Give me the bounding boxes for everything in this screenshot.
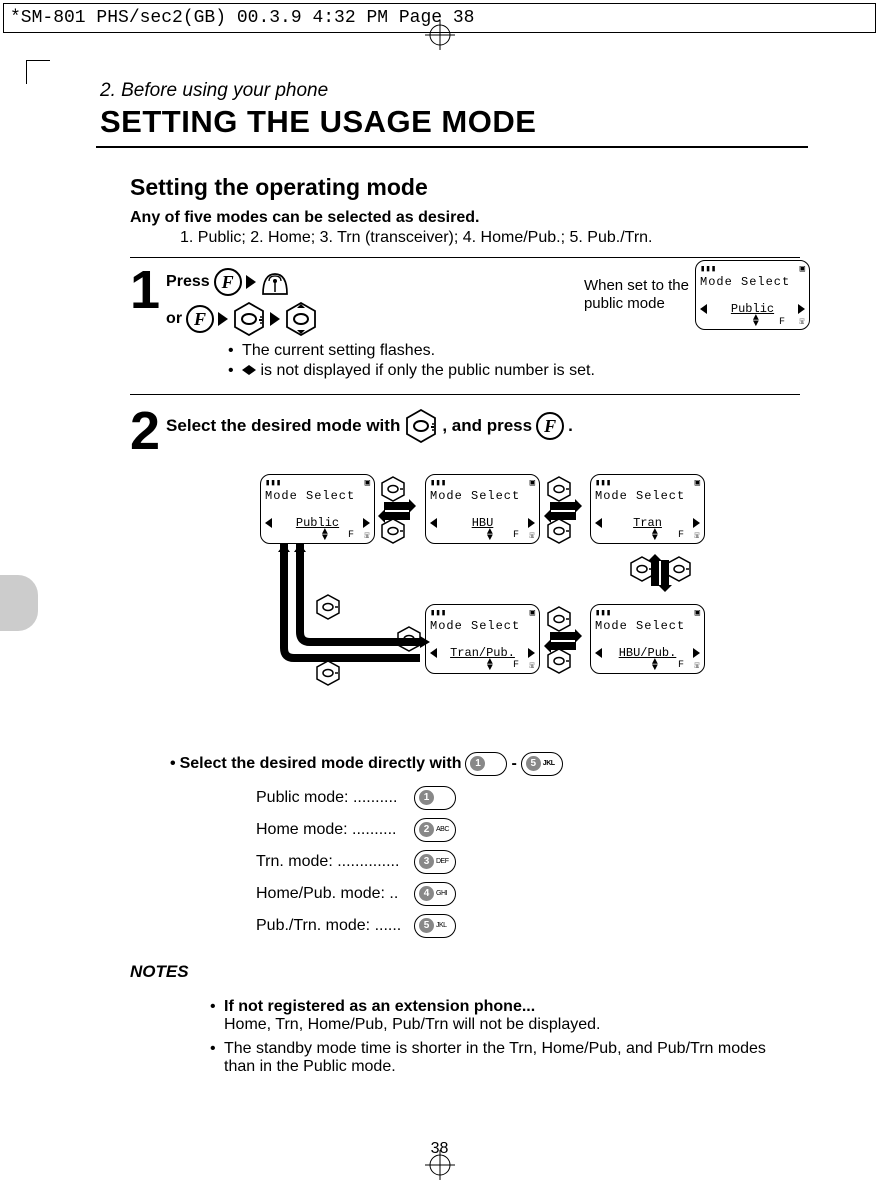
lcd-title: Mode Select: [430, 619, 535, 633]
or-label: or: [166, 310, 182, 328]
crop-mark-top: [425, 20, 455, 55]
direct-item: Home/Pub. mode: ..4GHI: [256, 882, 800, 906]
arrow-vert-bidir-icon: [645, 558, 675, 588]
right-arrow-icon: [249, 365, 256, 375]
nav-key-icon: [404, 409, 438, 443]
lcd-f: F: [779, 317, 785, 328]
direct-label: Public mode: ..........: [256, 789, 414, 807]
direct-item: Home mode: ..........2ABC: [256, 818, 800, 842]
step1-bullet-2: is not displayed if only the public numb…: [228, 362, 800, 380]
arrow-l-path: [270, 544, 430, 694]
antenna-small-icon: ☏: [799, 316, 805, 328]
lcd-tranpub: ▮▮▮▣ Mode Select Tran/Pub. ▲▼ F ☏: [425, 604, 540, 674]
lcd-public: ▮▮▮▣ Mode Select Public ▲▼ F ☏: [695, 260, 810, 330]
f-key-icon: F: [186, 305, 214, 333]
updown-icon: ▲▼: [753, 316, 759, 328]
direct-label: Home mode: ..........: [256, 821, 414, 839]
thumb-tab: [0, 575, 38, 631]
page-title: SETTING THE USAGE MODE: [100, 104, 800, 140]
intro-list: 1. Public; 2. Home; 3. Trn (transceiver)…: [180, 229, 800, 247]
right-arrow-icon: [798, 304, 805, 314]
direct-item: Pub./Trn. mode: ......5JKL: [256, 914, 800, 938]
key-5-icon: 5JKL: [414, 914, 456, 938]
step2-text-c: .: [568, 416, 573, 436]
key-1-icon: 1: [414, 786, 456, 810]
step-separator: [130, 394, 800, 395]
arrow-right-icon: [270, 312, 280, 326]
direct-label: Trn. mode: ..............: [256, 853, 414, 871]
side-text-2: public mode: [584, 295, 665, 312]
lcd-title: Mode Select: [430, 489, 535, 503]
lcd-title: Mode Select: [265, 489, 370, 503]
lcd-value: Tran/Pub.: [437, 646, 528, 660]
chapter-label: 2. Before using your phone: [100, 80, 800, 102]
antenna-key-icon: [260, 268, 290, 296]
key-2-icon: 2ABC: [414, 818, 456, 842]
note-1-bold: If not registered as an extension phone.…: [224, 998, 535, 1015]
intro-bold: Any of five modes can be selected as des…: [130, 209, 800, 227]
step-2: 2 Select the desired mode with , and pre…: [130, 407, 800, 456]
lcd-value: HBU: [437, 516, 528, 530]
arrow-right-icon: [218, 312, 228, 326]
step-1: 1 Press F or F The current setting flash…: [130, 266, 800, 382]
step2-text-a: Select the desired mode with: [166, 416, 400, 436]
lcd-hbupub: ▮▮▮▣ Mode Select HBU/Pub. ▲▼ F ☏: [590, 604, 705, 674]
lcd-value: Tran: [602, 516, 693, 530]
arrow-bidir-icon: [548, 626, 578, 656]
direct-label: Home/Pub. mode: ..: [256, 885, 414, 903]
key-1-icon: 1: [465, 752, 507, 776]
left-arrow-icon: [242, 365, 249, 375]
step1-bullet-2-text: is not displayed if only the public numb…: [261, 362, 595, 379]
key-5-icon: 5JKL: [521, 752, 563, 776]
step1-top-rule: [130, 257, 800, 258]
key-4-icon: 4GHI: [414, 882, 456, 906]
note-1: If not registered as an extension phone.…: [210, 998, 800, 1034]
direct-item: Trn. mode: ..............3DEF: [256, 850, 800, 874]
lcd-title: Mode Select: [700, 275, 805, 289]
notes-heading: NOTES: [130, 962, 800, 982]
lcd-hbu: ▮▮▮▣ Mode Select HBU ▲▼ F ☏: [425, 474, 540, 544]
battery-icon: ▣: [800, 264, 805, 274]
signal-icon: ▮▮▮: [700, 264, 716, 274]
subheading: Setting the operating mode: [130, 174, 800, 201]
side-text-1: When set to the: [584, 277, 689, 294]
direct-label: Pub./Trn. mode: ......: [256, 917, 414, 935]
direct-select-block: • Select the desired mode directly with …: [170, 752, 800, 938]
corner-mark: [26, 60, 50, 84]
direct-dash: -: [511, 755, 516, 773]
nav-key-updown-icon: [284, 302, 318, 336]
arrow-right-icon: [246, 275, 256, 289]
crop-mark-bottom: [425, 1150, 455, 1185]
lcd-title: Mode Select: [595, 489, 700, 503]
preflight-header-text: *SM-801 PHS/sec2(GB) 00.3.9 4:32 PM Page…: [10, 8, 474, 28]
mode-flow-diagram: ▮▮▮▣ Mode Select Public ▲▼ F ☏ ▮▮▮▣ Mode…: [250, 474, 770, 734]
nav-key-icon: [232, 302, 266, 336]
lcd-value: Public: [272, 516, 363, 530]
step-number-2: 2: [130, 407, 160, 456]
lcd-value: HBU/Pub.: [602, 646, 693, 660]
arrow-bidir-icon: [382, 496, 412, 526]
step2-text-b: , and press: [442, 416, 532, 436]
note-1-body: Home, Trn, Home/Pub, Pub/Trn will not be…: [224, 1016, 600, 1033]
side-screen-callout: When set to the public mode ▮▮▮ ▣ Mode Se…: [584, 260, 810, 330]
f-key-icon: F: [214, 268, 242, 296]
lcd-public: ▮▮▮▣ Mode Select Public ▲▼ F ☏: [260, 474, 375, 544]
title-rule: [96, 146, 808, 148]
press-label: Press: [166, 273, 210, 291]
lcd-title: Mode Select: [595, 619, 700, 633]
step1-bullet-1: The current setting flashes.: [228, 342, 800, 360]
note-2: The standby mode time is shorter in the …: [210, 1040, 800, 1076]
left-arrow-icon: [700, 304, 707, 314]
arrow-bidir-icon: [548, 496, 578, 526]
key-3-icon: 3DEF: [414, 850, 456, 874]
step-number-1: 1: [130, 266, 160, 315]
lcd-tran: ▮▮▮▣ Mode Select Tran ▲▼ F ☏: [590, 474, 705, 544]
direct-item: Public mode: ..........1: [256, 786, 800, 810]
direct-title-text: Select the desired mode directly with: [180, 755, 462, 773]
notes-section: NOTES If not registered as an extension …: [130, 962, 800, 1076]
f-key-icon: F: [536, 412, 564, 440]
